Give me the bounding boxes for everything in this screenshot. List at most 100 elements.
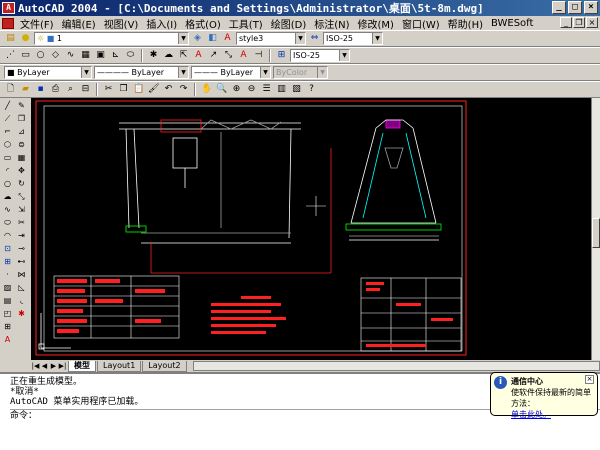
dimension-text-icon[interactable]: A	[237, 49, 250, 62]
cloud-icon[interactable]: ☁	[162, 49, 175, 62]
scroll-thumb[interactable]	[592, 218, 600, 248]
menu-file[interactable]: 文件(F)	[16, 16, 58, 31]
publish-icon[interactable]: ⊟	[79, 83, 92, 96]
color-select[interactable]: ■ ByLayer ▼	[4, 66, 92, 79]
point-icon[interactable]: ·	[1, 269, 14, 281]
table-style-select[interactable]: ISO-25 ▼	[290, 49, 350, 62]
box-icon[interactable]: ▭	[19, 49, 32, 62]
gradient-icon[interactable]: ▤	[1, 295, 14, 307]
table-icon[interactable]: ⊞	[1, 321, 14, 333]
print-icon[interactable]: ⎙	[49, 83, 62, 96]
help-icon[interactable]: ?	[305, 83, 318, 96]
make-block-icon[interactable]: ⊞	[1, 256, 14, 268]
polyline-icon[interactable]: ⌐	[1, 126, 14, 138]
menu-window[interactable]: 窗口(W)	[398, 16, 444, 31]
zoom-realtime-icon[interactable]: 🔍	[215, 83, 228, 96]
measure-icon[interactable]: ⊣	[252, 49, 265, 62]
stretch-icon[interactable]: ⇱	[177, 49, 190, 62]
text-style-icon[interactable]: A	[221, 32, 234, 45]
polygon-icon[interactable]: ⬡	[1, 139, 14, 151]
stretch-object-icon[interactable]: ⇲	[15, 204, 28, 216]
balloon-link[interactable]: 单击此处。	[511, 409, 593, 420]
prev-tab-icon[interactable]: ◀	[40, 362, 49, 370]
explode-object-icon[interactable]: ✱	[15, 308, 28, 320]
ellipse-arc-icon[interactable]: ◠	[1, 230, 14, 242]
revcloud-icon[interactable]: ☁	[1, 191, 14, 203]
menu-dimension[interactable]: 标注(N)	[310, 16, 353, 31]
layer-manager-icon[interactable]: ▤	[4, 32, 17, 45]
trim-icon[interactable]: ✂	[15, 217, 28, 229]
minimize-button[interactable]: _	[552, 1, 566, 14]
menu-insert[interactable]: 插入(I)	[142, 16, 181, 31]
drawing-canvas[interactable]	[31, 98, 591, 360]
lightbulb-icon[interactable]: ●	[19, 32, 32, 45]
zoom-window-icon[interactable]: ⊕	[230, 83, 243, 96]
line-icon[interactable]: ╱	[1, 100, 14, 112]
mirror-icon[interactable]: ⊿	[15, 126, 28, 138]
dim-style-select[interactable]: ISO-25 ▼	[323, 32, 383, 45]
insert-block-icon[interactable]: ⊡	[1, 243, 14, 255]
menu-format[interactable]: 格式(O)	[181, 16, 225, 31]
properties-icon[interactable]: ☰	[260, 83, 273, 96]
join-icon[interactable]: ⋈	[15, 269, 28, 281]
array-icon[interactable]: ▦	[15, 152, 28, 164]
cut-icon[interactable]: ✂	[102, 83, 115, 96]
chamfer-icon[interactable]: ◺	[15, 282, 28, 294]
save-icon[interactable]: ▪	[34, 83, 47, 96]
dim-style-icon[interactable]: ⇔	[308, 32, 321, 45]
offset-icon[interactable]: ⊜	[15, 139, 28, 151]
extend-icon[interactable]: ⇥	[15, 230, 28, 242]
table-style-icon[interactable]: ⊞	[275, 49, 288, 62]
menu-help[interactable]: 帮助(H)	[444, 16, 487, 31]
xline-icon[interactable]: ⟋	[1, 113, 14, 125]
vertical-scrollbar[interactable]	[591, 98, 600, 360]
layer-select[interactable]: ☼ ■ 1 ▼	[34, 32, 189, 45]
explode-icon[interactable]: ✱	[147, 49, 160, 62]
menu-bwesoft[interactable]: BWESoft	[487, 18, 537, 29]
rotate-icon[interactable]: ↻	[15, 178, 28, 190]
mtext-icon[interactable]: A	[1, 334, 14, 346]
hatch-draw-icon[interactable]: ▨	[1, 282, 14, 294]
break-icon[interactable]: ⊸	[15, 243, 28, 255]
ellipse-icon[interactable]: ⬭	[124, 49, 137, 62]
scale-icon[interactable]: ⤡	[222, 49, 235, 62]
doc-close-button[interactable]: ×	[586, 17, 598, 28]
lineweight-select[interactable]: ——— ByLayer ▼	[191, 66, 271, 79]
linetype-select[interactable]: ———— ByLayer ▼	[94, 66, 189, 79]
last-tab-icon[interactable]: ▶|	[58, 362, 67, 370]
scale-object-icon[interactable]: ⤡	[15, 191, 28, 203]
region-icon[interactable]: ◇	[49, 49, 62, 62]
plot-preview-icon[interactable]: ⌕	[64, 83, 77, 96]
document-icon[interactable]	[2, 17, 14, 29]
menu-edit[interactable]: 编辑(E)	[58, 16, 100, 31]
maximize-button[interactable]: □	[568, 1, 582, 14]
wblock-icon[interactable]: ▣	[94, 49, 107, 62]
menu-tools[interactable]: 工具(T)	[225, 16, 267, 31]
open-file-icon[interactable]: ▰	[19, 83, 32, 96]
erase-icon[interactable]: ✎	[15, 100, 28, 112]
paste-icon[interactable]: 📋	[132, 83, 145, 96]
previous-layer-icon[interactable]: ◧	[206, 32, 219, 45]
text-mtext-icon[interactable]: A	[192, 49, 205, 62]
tab-layout2[interactable]: Layout2	[142, 360, 187, 372]
tool-palettes-icon[interactable]: ▧	[290, 83, 303, 96]
fillet-icon[interactable]: ◟	[15, 295, 28, 307]
circle-tool-icon[interactable]: ○	[34, 49, 47, 62]
menu-modify[interactable]: 修改(M)	[354, 16, 398, 31]
match-properties-icon[interactable]: 🖌	[147, 83, 160, 96]
copy-object-icon[interactable]: ❐	[15, 113, 28, 125]
spline-draw-icon[interactable]: ∿	[1, 204, 14, 216]
text-style-select[interactable]: style3 ▼	[236, 32, 306, 45]
next-tab-icon[interactable]: ▶	[49, 362, 58, 370]
horizontal-scrollbar[interactable]	[192, 361, 600, 371]
pan-icon[interactable]: ✋	[200, 83, 213, 96]
zoom-previous-icon[interactable]: ⊖	[245, 83, 258, 96]
move-icon[interactable]: ✥	[15, 165, 28, 177]
ucs-icon[interactable]: ⊾	[109, 49, 122, 62]
balloon-close-button[interactable]: ×	[585, 375, 594, 384]
new-file-icon[interactable]: 🗋	[4, 83, 17, 96]
region-draw-icon[interactable]: ◰	[1, 308, 14, 320]
copy-icon[interactable]: ❐	[117, 83, 130, 96]
spline-icon[interactable]: ∿	[64, 49, 77, 62]
break-point-icon[interactable]: ⊷	[15, 256, 28, 268]
